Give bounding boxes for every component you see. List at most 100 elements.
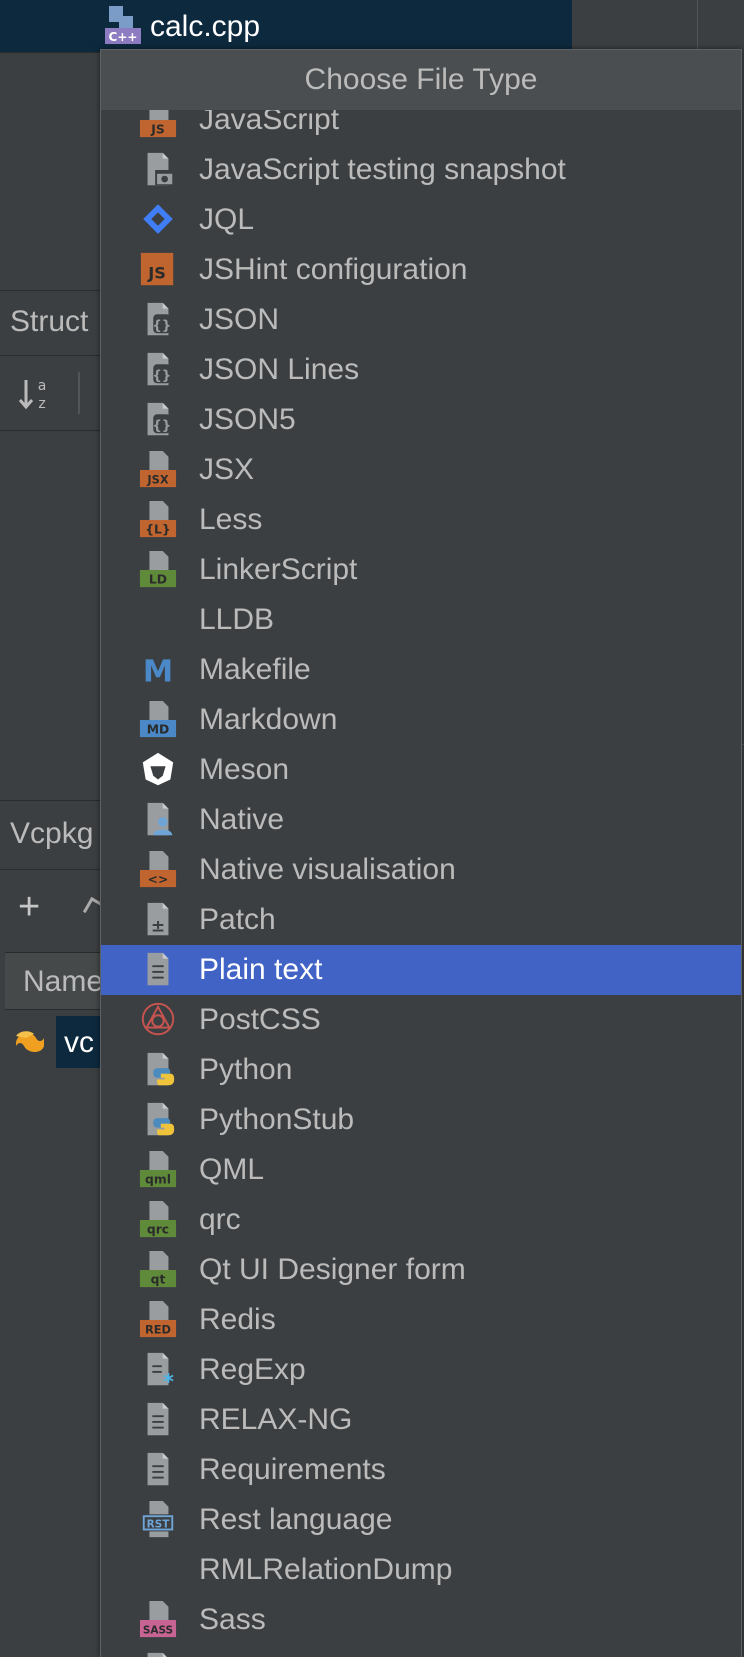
svg-text:{}: {} — [152, 369, 171, 384]
file-type-label: Requirements — [199, 1453, 386, 1486]
native-vis-file-icon: <> — [139, 851, 177, 888]
svg-text:SASS: SASS — [143, 1624, 173, 1636]
file-type-item-qt-ui-designer-form[interactable]: qt Qt UI Designer form — [101, 1245, 741, 1295]
file-type-label: Native — [199, 803, 285, 836]
file-type-item-postcss[interactable]: PostCSS — [101, 995, 741, 1045]
file-type-item-makefile[interactable]: M Makefile — [101, 645, 741, 695]
file-type-label: JSON — [199, 303, 280, 336]
file-type-label: RMLRelationDump — [199, 1553, 453, 1586]
file-type-label: Rest language — [199, 1503, 393, 1536]
name-column-header[interactable]: Name — [5, 952, 103, 1010]
jql-file-icon — [143, 204, 173, 234]
file-type-item-jshint-configuration[interactable]: JS JSHint configuration — [101, 245, 741, 295]
file-type-label: JSX — [199, 453, 255, 486]
redis-file-icon: RED — [139, 1301, 177, 1338]
file-type-item-relax-ng[interactable]: RELAX-NG — [101, 1395, 741, 1445]
file-type-item-pythonstub[interactable]: PythonStub — [101, 1095, 741, 1145]
file-type-item-qrc[interactable]: qrc qrc — [101, 1195, 741, 1245]
svg-text:RED: RED — [145, 1322, 171, 1336]
empty-icon — [139, 601, 177, 639]
file-type-label: RegExp — [199, 1353, 306, 1386]
qrc-file-icon: qrc — [139, 1201, 177, 1238]
svg-text:LD: LD — [149, 572, 167, 586]
file-type-label: JSON5 — [199, 403, 296, 436]
sort-alpha-icon[interactable]: a z — [18, 374, 54, 414]
svg-text:MD: MD — [147, 722, 170, 736]
file-type-label: RELAX-NG — [199, 1403, 353, 1436]
empty-icon — [139, 1551, 177, 1589]
file-type-label: JSHint configuration — [199, 253, 468, 286]
svg-text:{}: {} — [152, 319, 171, 334]
file-type-label: Redis — [199, 1303, 276, 1336]
file-type-label: qrc — [199, 1203, 241, 1236]
editor-tab[interactable]: C++ calc.cpp — [0, 0, 572, 53]
file-type-item-python[interactable]: Python — [101, 1045, 741, 1095]
vcpkg-toolbar: + — [0, 870, 107, 950]
vcpkg-icon — [16, 1031, 44, 1052]
markdown-file-icon: MD — [139, 701, 177, 738]
file-type-label: LinkerScript — [199, 553, 358, 586]
file-type-item-json[interactable]: {} JSON — [101, 295, 741, 345]
vcpkg-panel-header[interactable]: Vcpkg — [0, 800, 100, 870]
file-type-item-linkerscript[interactable]: LD LinkerScript — [101, 545, 741, 595]
json-file-icon: {} — [147, 302, 171, 336]
file-type-item-patch[interactable]: ± Patch — [101, 895, 741, 945]
file-type-label: JSON Lines — [199, 353, 360, 386]
vcpkg-row-selection: vc — [56, 1016, 100, 1068]
file-type-label: Plain text — [199, 953, 323, 986]
file-type-item-jsx[interactable]: JSX JSX — [101, 445, 741, 495]
svg-text:qt: qt — [151, 1272, 166, 1286]
file-type-item-qml[interactable]: qml QML — [101, 1145, 741, 1195]
meson-file-icon — [142, 752, 174, 786]
file-type-item-meson[interactable]: Meson — [101, 745, 741, 795]
qml-file-icon: qml — [139, 1151, 177, 1188]
jsx-file-icon: JSX — [139, 451, 177, 488]
file-type-item-native-visualisation[interactable]: <> Native visualisation — [101, 845, 741, 895]
choose-file-type-popup: JS JavaScript JavaScript testing snapshot J… — [100, 49, 742, 1657]
jshint-file-icon: JS — [140, 252, 174, 286]
file-type-label: Meson — [199, 753, 290, 786]
add-button[interactable]: + — [18, 888, 40, 926]
file-type-label: Patch — [199, 903, 276, 936]
file-type-label: Python — [199, 1053, 293, 1086]
qt-file-icon: qt — [139, 1251, 177, 1288]
file-type-label: QML — [199, 1153, 265, 1186]
structure-panel-header[interactable]: Struct — [0, 290, 100, 356]
regexp-file-icon: * — [147, 1352, 174, 1389]
svg-text:C++: C++ — [109, 30, 138, 44]
file-type-item-rest-language[interactable]: RST Rest language — [101, 1495, 741, 1545]
file-type-item-less[interactable]: {L} Less — [101, 495, 741, 545]
camera-file-file-icon — [147, 152, 175, 186]
file-type-item-json5[interactable]: {} JSON5 — [101, 395, 741, 445]
vcpkg-list-row[interactable]: vc — [0, 1016, 100, 1068]
file-type-label: Qt UI Designer form — [199, 1253, 466, 1286]
file-type-item-jql[interactable]: JQL — [101, 195, 741, 245]
python-file-icon — [147, 1102, 175, 1136]
file-type-item-requirements[interactable]: Requirements — [101, 1445, 741, 1495]
file-type-item-sass[interactable]: SASS Sass — [101, 1595, 741, 1645]
ld-file-icon: LD — [139, 551, 177, 588]
file-type-item-javascript-testing-snapshot[interactable]: JavaScript testing snapshot — [101, 145, 741, 195]
toolbar-separator — [78, 372, 80, 414]
file-type-item-redis[interactable]: RED Redis — [101, 1295, 741, 1345]
file-type-item-rmlrelationdump[interactable]: RMLRelationDump — [101, 1545, 741, 1595]
text-file-icon — [147, 952, 169, 986]
svg-text:<>: <> — [148, 872, 169, 886]
file-type-item-regexp[interactable]: * RegExp — [101, 1345, 741, 1395]
svg-text:JS: JS — [147, 264, 166, 283]
file-type-label: Less — [199, 503, 263, 536]
file-type-item-lldb[interactable]: LLDB — [101, 595, 741, 645]
file-type-label: Markdown — [199, 703, 338, 736]
file-type-item-native[interactable]: Native — [101, 795, 741, 845]
python-file-icon — [147, 1052, 175, 1086]
file-type-item-scalable-vector-graphics[interactable]: Scalable Vector Graphics — [101, 1645, 741, 1657]
file-type-item-plain-text[interactable]: Plain text — [101, 945, 741, 995]
json-file-icon: {} — [147, 352, 171, 386]
file-type-item-json-lines[interactable]: {} JSON Lines — [101, 345, 741, 395]
file-type-item-markdown[interactable]: MD Markdown — [101, 695, 741, 745]
rst-file-icon: RST — [141, 1501, 175, 1538]
structure-panel-title: Struct — [10, 305, 89, 338]
svg-text:±: ± — [151, 916, 165, 936]
text-file-icon — [147, 1402, 169, 1436]
svg-text:*: * — [163, 1370, 174, 1389]
